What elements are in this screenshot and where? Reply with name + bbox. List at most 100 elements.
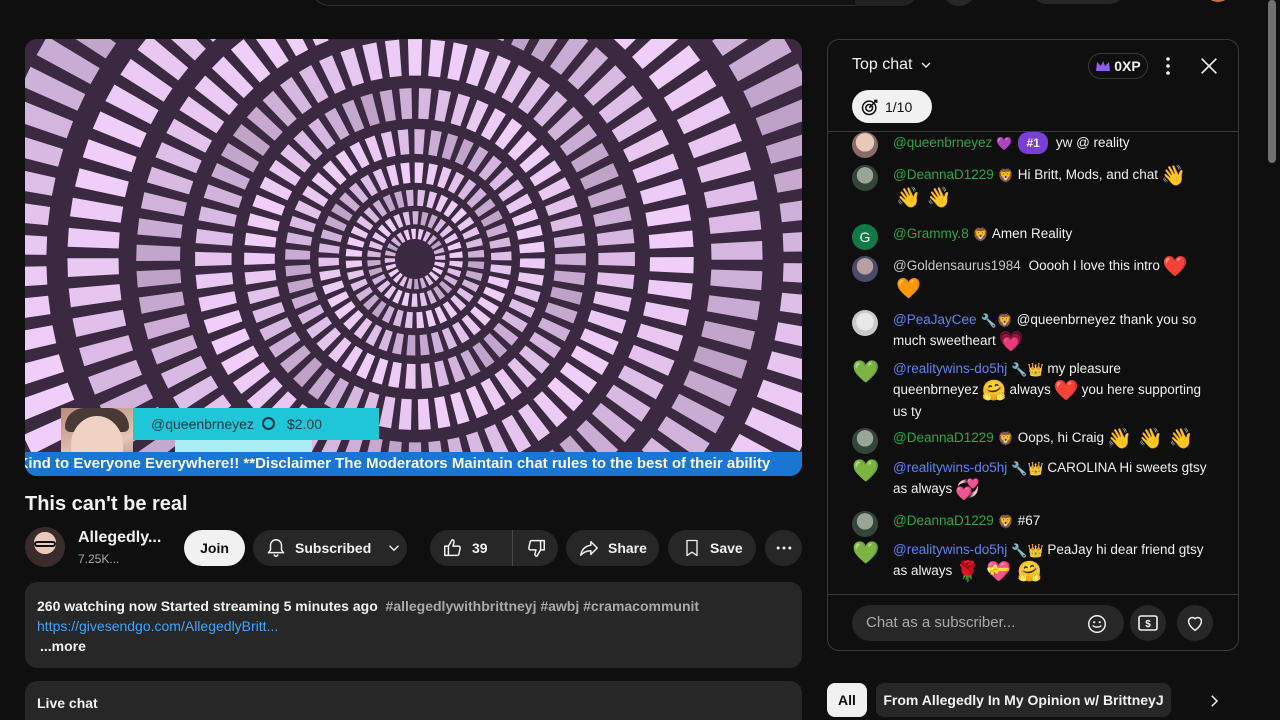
user-avatar[interactable]	[852, 310, 878, 336]
user-avatar[interactable]: 💚	[852, 458, 879, 484]
user-avatar[interactable]: G	[852, 224, 878, 250]
subscribed-button[interactable]: Subscribed	[253, 530, 407, 566]
account-avatar[interactable]	[1204, 0, 1232, 2]
chevron-right-icon[interactable]	[1205, 692, 1223, 710]
chat-text: Hi Britt, Mods, and chat	[1017, 167, 1159, 182]
chat-author[interactable]: @DeannaD1229	[893, 430, 994, 445]
user-avatar[interactable]	[852, 165, 878, 191]
subscriber-count: 7.25K...	[78, 552, 120, 566]
chip-from-channel[interactable]: From Allegedly In My Opinion w/ Brittney…	[876, 683, 1171, 717]
member-badge-icon: 🦁	[972, 227, 989, 242]
heart-icon	[1187, 616, 1203, 632]
chat-input[interactable]: Chat as a subscriber...	[852, 605, 1124, 641]
user-avatar[interactable]	[852, 256, 878, 282]
emoji-icon[interactable]	[1086, 613, 1108, 635]
share-button[interactable]: Share	[566, 530, 659, 566]
description-box[interactable]: 260 watching now Started streaming 5 min…	[25, 582, 802, 668]
page-scrollbar[interactable]	[1268, 0, 1276, 163]
video-player[interactable]: @queenbrneyez$2.00 we love you brit e Ki…	[25, 39, 802, 476]
more-horizontal-icon	[776, 546, 791, 550]
chat-author[interactable]: @realitywins-do5hj	[893, 361, 1007, 376]
chat-author[interactable]: @queenbrneyez	[893, 135, 992, 150]
share-icon	[580, 540, 598, 557]
save-label: Save	[710, 540, 743, 556]
video-title: This can't be real	[25, 493, 188, 515]
show-more-link[interactable]: ...more	[37, 636, 790, 656]
donation-header: @queenbrneyez $2.00	[133, 408, 379, 440]
close-icon[interactable]	[1198, 55, 1220, 77]
create-button[interactable]	[1032, 0, 1124, 4]
donor-name: @queenbrneyez	[151, 416, 254, 432]
chat-author[interactable]: @PeaJayCee	[893, 312, 977, 327]
xp-badge[interactable]: 0XP	[1088, 53, 1148, 79]
super-chat-button[interactable]: $	[1130, 605, 1166, 641]
channel-avatar[interactable]	[25, 527, 65, 567]
moderator-wrench-icon: 🔧	[1011, 543, 1028, 558]
chat-text: Ooooh I love this intro	[1028, 258, 1160, 273]
user-avatar[interactable]: 💚	[852, 359, 879, 385]
share-label: Share	[608, 540, 647, 556]
crown-icon	[1096, 61, 1111, 71]
thumbs-up-icon	[444, 539, 461, 557]
chat-mode-label: Top chat	[852, 56, 913, 73]
save-button[interactable]: Save	[668, 530, 756, 566]
chat-input-area: Chat as a subscriber... $	[828, 594, 1238, 650]
chat-author[interactable]: @DeannaD1229	[893, 167, 994, 182]
heart-reaction-button[interactable]	[1177, 605, 1213, 641]
like-count: 39	[472, 540, 488, 556]
view-stats: 260 watching now Started streaming 5 min…	[37, 598, 378, 614]
like-button[interactable]: 39	[430, 530, 513, 566]
donation-amount: $2.00	[286, 416, 322, 432]
member-badge-icon: 🦁	[997, 514, 1014, 529]
chat-text: Oops, hi Craig	[1017, 430, 1105, 445]
chat-text-b: always	[1009, 382, 1051, 397]
live-chat-panel: Top chat 0XP 1/10 @queenbrneyez 💜 #1 yw @ r…	[827, 39, 1239, 651]
join-button[interactable]: Join	[184, 530, 245, 566]
user-avatar[interactable]: 💚	[852, 540, 879, 566]
member-badge-icon: 👑	[1027, 461, 1044, 476]
more-vertical-icon	[1166, 57, 1170, 75]
goal-chip[interactable]: 1/10	[852, 90, 932, 123]
member-badge-icon: 💜	[996, 136, 1013, 151]
dollar-icon: $	[1138, 615, 1158, 631]
chevron-down-icon	[922, 62, 931, 68]
chat-author[interactable]: @Goldensaurus1984	[893, 258, 1021, 273]
target-icon	[861, 99, 878, 115]
chip-all[interactable]: All	[827, 683, 867, 717]
search-bar[interactable]	[310, 0, 920, 6]
bell-icon	[267, 539, 285, 557]
more-actions-button[interactable]	[765, 530, 802, 566]
chat-mode-selector[interactable]: Top chat	[852, 56, 934, 74]
moderator-wrench-icon: 🔧	[1011, 461, 1028, 476]
moderator-wrench-icon: 🔧	[980, 313, 997, 328]
user-avatar[interactable]	[852, 511, 878, 537]
bookmark-icon	[686, 539, 698, 557]
member-badge-icon: 👑	[1027, 362, 1044, 377]
live-chat-section-header[interactable]: Live chat	[25, 681, 802, 720]
hashtags[interactable]: #allegedlywithbrittneyj #awbj #cramacomm…	[386, 598, 700, 614]
chat-author[interactable]: @realitywins-do5hj	[893, 542, 1007, 557]
member-badge-icon: 👑	[1027, 543, 1044, 558]
chat-author[interactable]: @Grammy.8	[893, 226, 969, 241]
chat-author[interactable]: @DeannaD1229	[893, 513, 994, 528]
member-badge-icon: 🦁	[997, 168, 1014, 183]
xp-value: 0XP	[1114, 58, 1141, 74]
subscribed-label: Subscribed	[295, 540, 372, 556]
user-avatar[interactable]	[852, 428, 878, 454]
user-avatar[interactable]	[852, 132, 878, 158]
chat-header: Top chat 0XP 1/10	[828, 40, 1238, 132]
chat-options-button[interactable]	[1160, 54, 1176, 78]
member-badge-icon: 🦁	[996, 313, 1013, 328]
voice-search-button[interactable]	[943, 0, 975, 6]
donation-link[interactable]: https://givesendgo.com/AllegedlyBritt...	[37, 616, 790, 636]
search-button[interactable]	[855, 0, 919, 6]
thumbs-down-icon	[527, 539, 545, 557]
chat-author[interactable]: @realitywins-do5hj	[893, 460, 1007, 475]
dislike-button[interactable]	[513, 530, 558, 566]
chat-text: yw @ reality	[1055, 135, 1130, 150]
channel-name[interactable]: Allegedly...	[78, 529, 161, 547]
watch-page: @queenbrneyez$2.00 we love you brit e Ki…	[0, 0, 1280, 720]
like-dislike-group: 39	[430, 530, 558, 566]
member-badge-icon: 🦁	[997, 431, 1014, 446]
rank-badge: #1	[1018, 132, 1048, 154]
